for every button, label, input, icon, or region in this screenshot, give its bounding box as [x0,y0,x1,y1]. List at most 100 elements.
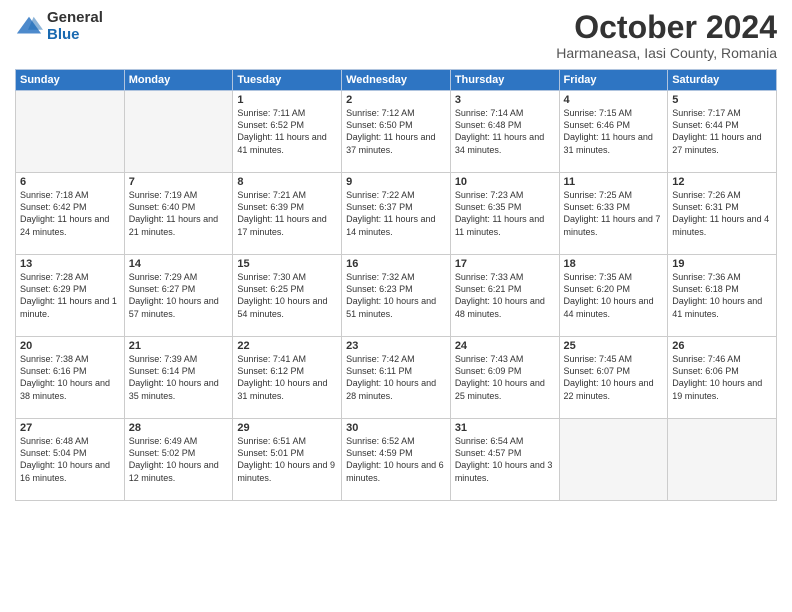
table-row: 13Sunrise: 7:28 AM Sunset: 6:29 PM Dayli… [16,255,125,337]
day-number: 7 [129,176,229,188]
day-number: 30 [346,422,446,434]
table-row: 10Sunrise: 7:23 AM Sunset: 6:35 PM Dayli… [450,173,559,255]
day-info: Sunrise: 7:36 AM Sunset: 6:18 PM Dayligh… [672,271,772,320]
table-row: 26Sunrise: 7:46 AM Sunset: 6:06 PM Dayli… [668,337,777,419]
day-info: Sunrise: 7:32 AM Sunset: 6:23 PM Dayligh… [346,271,446,320]
header-thursday: Thursday [450,70,559,91]
day-info: Sunrise: 7:45 AM Sunset: 6:07 PM Dayligh… [564,353,664,402]
logo-general-text: General [47,10,103,27]
table-row: 17Sunrise: 7:33 AM Sunset: 6:21 PM Dayli… [450,255,559,337]
day-number: 20 [20,340,120,352]
day-info: Sunrise: 7:22 AM Sunset: 6:37 PM Dayligh… [346,189,446,238]
day-number: 24 [455,340,555,352]
table-row [559,419,668,501]
day-info: Sunrise: 7:15 AM Sunset: 6:46 PM Dayligh… [564,107,664,156]
day-number: 21 [129,340,229,352]
table-row: 8Sunrise: 7:21 AM Sunset: 6:39 PM Daylig… [233,173,342,255]
day-info: Sunrise: 7:25 AM Sunset: 6:33 PM Dayligh… [564,189,664,238]
day-info: Sunrise: 7:14 AM Sunset: 6:48 PM Dayligh… [455,107,555,156]
day-number: 11 [564,176,664,188]
table-row: 22Sunrise: 7:41 AM Sunset: 6:12 PM Dayli… [233,337,342,419]
title-location: Harmaneasa, Iasi County, Romania [556,45,777,61]
day-info: Sunrise: 7:41 AM Sunset: 6:12 PM Dayligh… [237,353,337,402]
calendar-row-0: 1Sunrise: 7:11 AM Sunset: 6:52 PM Daylig… [16,91,777,173]
day-info: Sunrise: 7:43 AM Sunset: 6:09 PM Dayligh… [455,353,555,402]
calendar-row-4: 27Sunrise: 6:48 AM Sunset: 5:04 PM Dayli… [16,419,777,501]
table-row: 27Sunrise: 6:48 AM Sunset: 5:04 PM Dayli… [16,419,125,501]
header-friday: Friday [559,70,668,91]
table-row [16,91,125,173]
calendar-row-3: 20Sunrise: 7:38 AM Sunset: 6:16 PM Dayli… [16,337,777,419]
day-info: Sunrise: 7:23 AM Sunset: 6:35 PM Dayligh… [455,189,555,238]
day-info: Sunrise: 7:11 AM Sunset: 6:52 PM Dayligh… [237,107,337,156]
day-number: 15 [237,258,337,270]
day-info: Sunrise: 7:12 AM Sunset: 6:50 PM Dayligh… [346,107,446,156]
calendar-row-2: 13Sunrise: 7:28 AM Sunset: 6:29 PM Dayli… [16,255,777,337]
day-info: Sunrise: 7:29 AM Sunset: 6:27 PM Dayligh… [129,271,229,320]
day-info: Sunrise: 7:21 AM Sunset: 6:39 PM Dayligh… [237,189,337,238]
header: General Blue October 2024 Harmaneasa, Ia… [15,10,777,61]
table-row: 5Sunrise: 7:17 AM Sunset: 6:44 PM Daylig… [668,91,777,173]
header-tuesday: Tuesday [233,70,342,91]
day-number: 19 [672,258,772,270]
page: General Blue October 2024 Harmaneasa, Ia… [0,0,792,612]
table-row: 14Sunrise: 7:29 AM Sunset: 6:27 PM Dayli… [124,255,233,337]
table-row: 15Sunrise: 7:30 AM Sunset: 6:25 PM Dayli… [233,255,342,337]
day-info: Sunrise: 7:28 AM Sunset: 6:29 PM Dayligh… [20,271,120,320]
day-info: Sunrise: 6:48 AM Sunset: 5:04 PM Dayligh… [20,435,120,484]
day-info: Sunrise: 6:51 AM Sunset: 5:01 PM Dayligh… [237,435,337,484]
table-row: 24Sunrise: 7:43 AM Sunset: 6:09 PM Dayli… [450,337,559,419]
day-number: 9 [346,176,446,188]
table-row: 20Sunrise: 7:38 AM Sunset: 6:16 PM Dayli… [16,337,125,419]
day-info: Sunrise: 7:26 AM Sunset: 6:31 PM Dayligh… [672,189,772,238]
day-number: 4 [564,94,664,106]
table-row: 2Sunrise: 7:12 AM Sunset: 6:50 PM Daylig… [342,91,451,173]
day-number: 14 [129,258,229,270]
day-info: Sunrise: 7:18 AM Sunset: 6:42 PM Dayligh… [20,189,120,238]
day-number: 16 [346,258,446,270]
calendar-table: Sunday Monday Tuesday Wednesday Thursday… [15,69,777,501]
logo-blue-text: Blue [47,27,103,44]
day-number: 18 [564,258,664,270]
day-number: 1 [237,94,337,106]
table-row: 9Sunrise: 7:22 AM Sunset: 6:37 PM Daylig… [342,173,451,255]
logo: General Blue [15,10,103,43]
table-row: 29Sunrise: 6:51 AM Sunset: 5:01 PM Dayli… [233,419,342,501]
day-info: Sunrise: 6:54 AM Sunset: 4:57 PM Dayligh… [455,435,555,484]
day-info: Sunrise: 7:19 AM Sunset: 6:40 PM Dayligh… [129,189,229,238]
day-number: 31 [455,422,555,434]
table-row: 28Sunrise: 6:49 AM Sunset: 5:02 PM Dayli… [124,419,233,501]
table-row: 6Sunrise: 7:18 AM Sunset: 6:42 PM Daylig… [16,173,125,255]
header-monday: Monday [124,70,233,91]
table-row: 23Sunrise: 7:42 AM Sunset: 6:11 PM Dayli… [342,337,451,419]
table-row: 21Sunrise: 7:39 AM Sunset: 6:14 PM Dayli… [124,337,233,419]
day-number: 22 [237,340,337,352]
table-row: 3Sunrise: 7:14 AM Sunset: 6:48 PM Daylig… [450,91,559,173]
day-number: 10 [455,176,555,188]
day-number: 8 [237,176,337,188]
title-month: October 2024 [556,10,777,45]
day-number: 28 [129,422,229,434]
day-number: 5 [672,94,772,106]
day-number: 3 [455,94,555,106]
day-info: Sunrise: 7:17 AM Sunset: 6:44 PM Dayligh… [672,107,772,156]
table-row: 19Sunrise: 7:36 AM Sunset: 6:18 PM Dayli… [668,255,777,337]
logo-text: General Blue [47,10,103,43]
day-number: 6 [20,176,120,188]
day-number: 17 [455,258,555,270]
day-number: 12 [672,176,772,188]
day-number: 23 [346,340,446,352]
table-row [668,419,777,501]
day-number: 26 [672,340,772,352]
table-row [124,91,233,173]
day-number: 13 [20,258,120,270]
day-number: 27 [20,422,120,434]
day-info: Sunrise: 6:52 AM Sunset: 4:59 PM Dayligh… [346,435,446,484]
table-row: 7Sunrise: 7:19 AM Sunset: 6:40 PM Daylig… [124,173,233,255]
table-row: 4Sunrise: 7:15 AM Sunset: 6:46 PM Daylig… [559,91,668,173]
day-number: 29 [237,422,337,434]
table-row: 11Sunrise: 7:25 AM Sunset: 6:33 PM Dayli… [559,173,668,255]
header-wednesday: Wednesday [342,70,451,91]
day-number: 2 [346,94,446,106]
table-row: 31Sunrise: 6:54 AM Sunset: 4:57 PM Dayli… [450,419,559,501]
